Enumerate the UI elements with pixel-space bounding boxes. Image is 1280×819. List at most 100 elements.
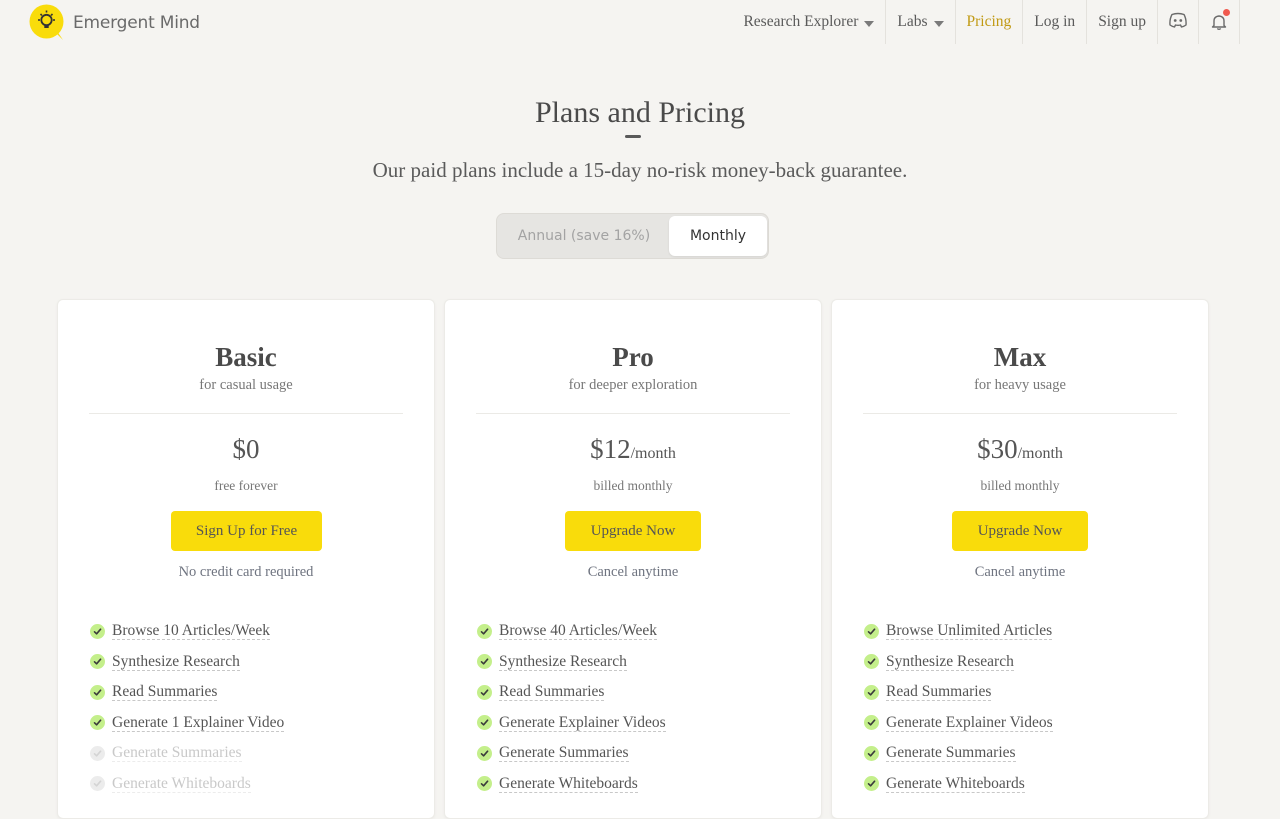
sign-up-free-button[interactable]: Sign Up for Free: [171, 511, 322, 551]
nav-labs-label: Labs: [897, 13, 928, 30]
nav-research-explorer[interactable]: Research Explorer: [732, 0, 885, 44]
feature-item: Read Summaries: [477, 677, 801, 708]
feature-label[interactable]: Generate Summaries: [112, 744, 242, 763]
billing-period-toggle: Annual (save 16%) Monthly: [496, 213, 769, 259]
top-navigation-bar: Emergent Mind Research Explorer Labs Pri…: [0, 0, 1280, 44]
plan-name: Basic: [215, 342, 277, 372]
feature-item: Synthesize Research: [864, 647, 1188, 678]
nav-pricing[interactable]: Pricing: [954, 0, 1023, 44]
checkmark-icon: [864, 776, 879, 792]
feature-label[interactable]: Generate Explainer Videos: [886, 714, 1053, 732]
feature-label[interactable]: Browse Unlimited Articles: [886, 622, 1053, 641]
feature-label[interactable]: Generate 1 Explainer Video: [112, 714, 285, 732]
title-underline: [625, 135, 641, 138]
nav-login[interactable]: Log in: [1022, 0, 1086, 44]
checkmark-icon: [90, 684, 105, 700]
cta-note: Cancel anytime: [974, 564, 1066, 580]
plan-price: $30: [977, 434, 1018, 464]
checkmark-icon: [90, 715, 105, 731]
feature-label[interactable]: Browse 10 Articles/Week: [112, 622, 271, 641]
checkmark-icon: [864, 623, 879, 639]
checkmark-icon: [477, 776, 492, 792]
feature-label[interactable]: Browse 40 Articles/Week: [499, 622, 658, 641]
checkmark-icon: [477, 745, 492, 761]
plan-period: /month: [1017, 445, 1063, 462]
nav-signup[interactable]: Sign up: [1086, 0, 1157, 44]
main-nav: Research Explorer Labs Pricing Log in Si…: [732, 0, 1280, 44]
feature-label[interactable]: Synthesize Research: [499, 653, 627, 671]
brand-logo-link[interactable]: Emergent Mind: [29, 4, 200, 40]
plan-period: /month: [630, 445, 676, 462]
upgrade-pro-button[interactable]: Upgrade Now: [565, 511, 701, 551]
plan-description: for heavy usage: [974, 377, 1066, 393]
feature-item: Generate Summaries: [90, 738, 414, 769]
nav-spacer: [1239, 0, 1280, 44]
notifications-button[interactable]: [1198, 0, 1239, 44]
feature-label[interactable]: Generate Whiteboards: [499, 775, 638, 793]
feature-label[interactable]: Synthesize Research: [886, 653, 1014, 671]
monthly-option[interactable]: Monthly: [669, 216, 767, 256]
caret-down-icon: [864, 20, 875, 27]
feature-label[interactable]: Generate Explainer Videos: [499, 714, 666, 732]
brand-name: Emergent Mind: [73, 12, 200, 33]
checkmark-icon: [864, 684, 879, 700]
feature-list: Browse 40 Articles/Week Synthesize Resear…: [477, 616, 801, 799]
feature-label[interactable]: Generate Whiteboards: [886, 775, 1025, 793]
checkmark-icon: [864, 654, 879, 670]
feature-label[interactable]: Generate Summaries: [886, 744, 1016, 763]
plan-description: for deeper exploration: [568, 377, 698, 393]
notification-dot: [1223, 9, 1230, 16]
plan-description: for casual usage: [199, 377, 293, 393]
feature-label[interactable]: Generate Summaries: [499, 744, 629, 763]
checkmark-icon: [90, 745, 105, 761]
checkmark-icon: [477, 715, 492, 731]
page-title: Plans and Pricing: [535, 96, 745, 129]
nav-labs[interactable]: Labs: [885, 0, 954, 44]
feature-item: Generate Explainer Videos: [864, 708, 1188, 739]
bell-icon: [1210, 9, 1230, 31]
price-row: $0: [58, 434, 434, 465]
annual-option[interactable]: Annual (save 16%): [499, 216, 669, 256]
feature-item: Generate Explainer Videos: [477, 708, 801, 739]
checkmark-icon: [477, 623, 492, 639]
checkmark-icon: [477, 684, 492, 700]
plan-card-pro: Pro for deeper exploration $12/month bil…: [444, 299, 822, 819]
feature-list: Browse Unlimited Articles Synthesize Rese…: [864, 616, 1188, 799]
feature-label[interactable]: Read Summaries: [112, 683, 218, 702]
feature-label[interactable]: Synthesize Research: [112, 653, 240, 671]
plan-card-basic: Basic for casual usage $0 free forever S…: [57, 299, 435, 819]
feature-label[interactable]: Read Summaries: [886, 683, 992, 702]
feature-item: Generate Whiteboards: [90, 769, 414, 800]
checkmark-icon: [864, 745, 879, 761]
price-row: $30/month: [832, 434, 1208, 465]
feature-item: Generate 1 Explainer Video: [90, 708, 414, 739]
checkmark-icon: [90, 623, 105, 639]
caret-down-icon: [933, 20, 944, 27]
plan-card-max: Max for heavy usage $30/month billed mon…: [831, 299, 1209, 819]
feature-item: Generate Whiteboards: [477, 769, 801, 800]
upgrade-max-button[interactable]: Upgrade Now: [952, 511, 1088, 551]
feature-item: Read Summaries: [90, 677, 414, 708]
plan-name: Pro: [612, 342, 654, 372]
discord-button[interactable]: [1157, 0, 1198, 44]
divider: [476, 413, 790, 414]
checkmark-icon: [90, 776, 105, 792]
price-row: $12/month: [445, 434, 821, 465]
feature-item: Browse 10 Articles/Week: [90, 616, 414, 647]
checkmark-icon: [864, 715, 879, 731]
feature-label[interactable]: Generate Whiteboards: [112, 775, 251, 793]
billing-note: billed monthly: [980, 478, 1060, 493]
cta-note: No credit card required: [178, 564, 314, 580]
feature-label[interactable]: Read Summaries: [499, 683, 605, 702]
nav-research-explorer-label: Research Explorer: [743, 13, 859, 30]
feature-list: Browse 10 Articles/Week Synthesize Resear…: [90, 616, 414, 799]
lightbulb-icon: [29, 4, 65, 40]
feature-item: Generate Summaries: [864, 738, 1188, 769]
feature-item: Synthesize Research: [90, 647, 414, 678]
discord-icon: [1168, 12, 1188, 33]
page-subtitle: Our paid plans include a 15-day no-risk …: [372, 158, 908, 182]
plan-price: $12: [590, 434, 631, 464]
billing-note: billed monthly: [593, 478, 673, 493]
feature-item: Browse Unlimited Articles: [864, 616, 1188, 647]
feature-item: Synthesize Research: [477, 647, 801, 678]
